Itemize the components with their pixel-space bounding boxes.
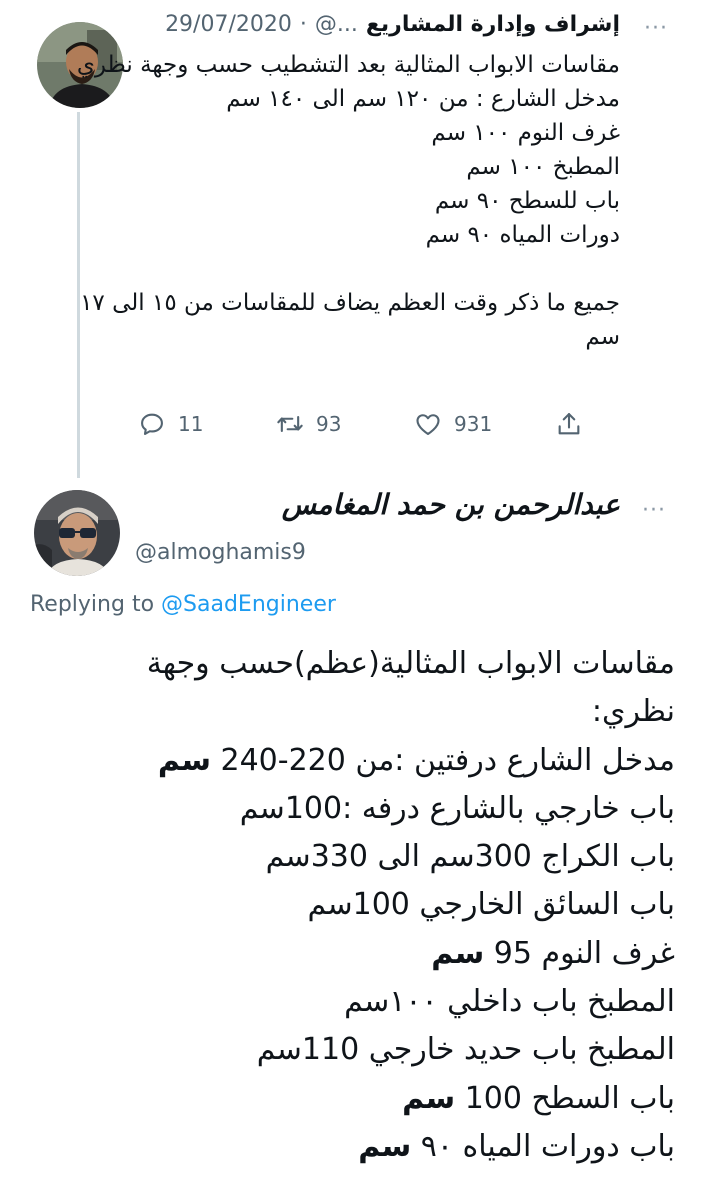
- line-text: باب خارجي بالشارع درفه :100سم: [239, 790, 675, 826]
- author-name[interactable]: عبدالرحمن بن حمد المغامس: [282, 488, 620, 521]
- share-icon: [558, 413, 580, 435]
- tweet-line: دورات المياه ٩٠ سم: [425, 222, 620, 248]
- more-icon: ···: [644, 16, 668, 41]
- line-text: غرف النوم 95: [484, 935, 675, 971]
- retweet-icon: [277, 415, 303, 433]
- tweet-line: جميع ما ذكر وقت العظم يضاف للمقاسات من ١…: [80, 290, 620, 350]
- reply-line: باب السائق الخارجي 100سم: [35, 881, 675, 929]
- tweet-line: غرف النوم ١٠٠ سم: [431, 120, 620, 146]
- reply-icon: [141, 413, 163, 435]
- like-icon: [416, 414, 440, 435]
- retweet-button[interactable]: 93: [276, 408, 341, 440]
- line-text: باب الكراج 300سم الى 330سم: [265, 839, 675, 875]
- tweet-date[interactable]: 29/07/2020: [165, 12, 292, 37]
- line-text: مدخل الشارع درفتين :من 220-240: [210, 742, 676, 778]
- reply-line: باب الكراج 300سم الى 330سم: [35, 833, 675, 881]
- tweet-line: مدخل الشارع : من ١٢٠ سم الى ١٤٠ سم: [226, 86, 620, 112]
- separator-dot: ·: [299, 12, 307, 37]
- line-text: المطبخ باب داخلي ١٠٠سم: [344, 984, 675, 1020]
- retweet-count: 93: [316, 412, 342, 436]
- avatar[interactable]: [34, 490, 120, 576]
- replying-prefix: Replying to: [30, 592, 155, 617]
- like-button[interactable]: 931: [414, 408, 492, 440]
- tweet-header: إشراف وإدارة المشاريع @... · 29/07/2020: [165, 12, 620, 37]
- line-text: باب السطح 100: [455, 1080, 675, 1116]
- line-bold: سم: [402, 1080, 456, 1116]
- line-bold: سم: [431, 935, 485, 971]
- line-text: باب دورات المياه ٩٠: [411, 1128, 675, 1164]
- line-text: مقاسات الابواب المثالية(عظم)حسب وجهة: [146, 646, 675, 681]
- author-name[interactable]: إشراف وإدارة المشاريع: [366, 12, 620, 37]
- line-text: المطبخ باب حديد خارجي 110سم: [256, 1032, 675, 1068]
- reply-line: غرف النوم 95 سم: [35, 930, 675, 978]
- line-text: نظري:: [591, 694, 675, 730]
- more-icon: ···: [642, 498, 666, 523]
- more-options-button[interactable]: ···: [642, 500, 666, 522]
- author-handle[interactable]: @almoghamis9: [135, 540, 306, 565]
- tweet-text: مقاسات الابواب المثالية بعد التشطيب حسب …: [75, 48, 620, 354]
- reply-line: نظري:: [35, 688, 675, 736]
- share-button[interactable]: [555, 408, 583, 440]
- line-bold: سم: [358, 1128, 412, 1164]
- line-text: باب السائق الخارجي 100سم: [307, 887, 675, 923]
- reply-line: مقاسات الابواب المثالية(عظم)حسب وجهة: [35, 640, 675, 688]
- reply-line: المطبخ باب داخلي ١٠٠سم: [35, 978, 675, 1026]
- reply-button[interactable]: 11: [138, 408, 203, 440]
- mention-link[interactable]: @SaadEngineer: [161, 592, 336, 617]
- more-options-button[interactable]: ···: [644, 18, 668, 40]
- author-handle[interactable]: @...: [315, 12, 358, 37]
- reply-line: المطبخ باب حديد خارجي 110سم: [35, 1026, 675, 1074]
- reply-line: مدخل الشارع درفتين :من 220-240 سم: [35, 737, 675, 785]
- reply-line: باب خارجي بالشارع درفه :100سم: [35, 785, 675, 833]
- replying-to: Replying to @SaadEngineer: [30, 592, 336, 617]
- line-bold: سم: [157, 742, 211, 778]
- reply-text: مقاسات الابواب المثالية(عظم)حسب وجهة نظر…: [35, 640, 675, 1171]
- reply-line: باب دورات المياه ٩٠ سم: [35, 1123, 675, 1171]
- reply-count: 11: [178, 412, 204, 436]
- like-count: 931: [454, 412, 493, 436]
- tweet-line: المطبخ ١٠٠ سم: [466, 154, 620, 180]
- tweet-line: مقاسات الابواب المثالية بعد التشطيب حسب …: [76, 52, 620, 78]
- reply-line: باب السطح 100 سم: [35, 1075, 675, 1123]
- tweet-line: باب للسطح ٩٠ سم: [434, 188, 620, 214]
